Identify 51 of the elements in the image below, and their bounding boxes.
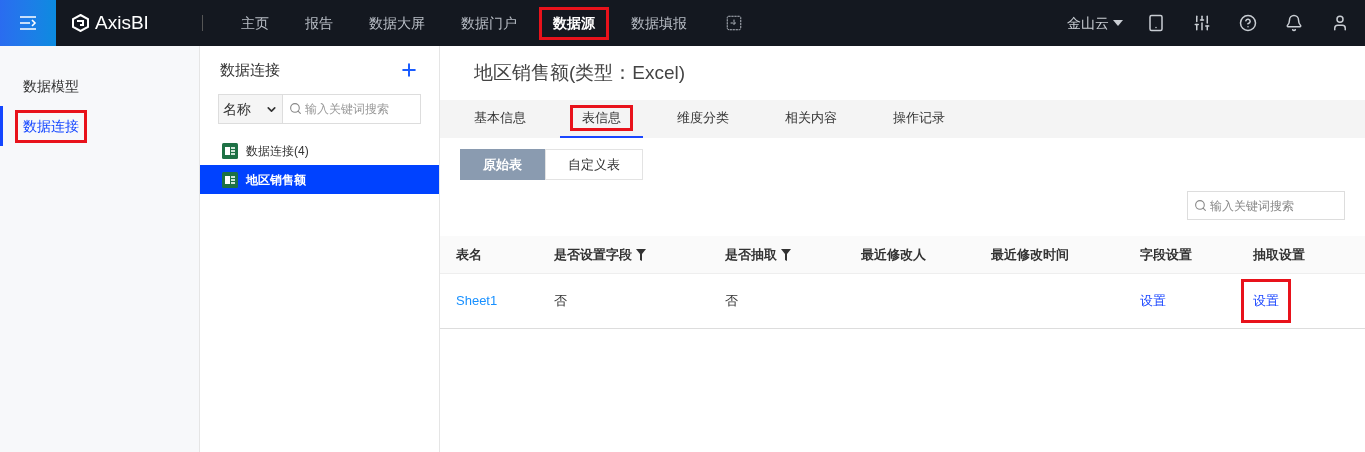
sidebar-item[interactable]: 数据模型 [0,66,199,106]
nav-tab[interactable]: 报告 [291,6,347,40]
filter-icon[interactable] [781,248,792,261]
sliders-icon[interactable] [1193,14,1211,32]
table-cell-text: 否 [554,292,568,311]
table-link[interactable]: 设置 [1240,279,1291,323]
user-icon[interactable] [1331,14,1349,32]
tablet-icon[interactable] [1147,14,1165,32]
connection-item[interactable]: 数据连接(4) [200,136,439,165]
filter-icon[interactable] [636,248,647,261]
column-header: 最近修改时间 [991,245,1070,264]
help-icon[interactable] [1239,14,1257,32]
table-link[interactable]: 设置 [1139,291,1166,311]
tab[interactable]: 操作记录 [871,100,967,138]
nav-tab[interactable]: 数据源 [539,6,609,40]
column-header: 抽取设置 [1252,245,1305,264]
panel-title: 数据连接 [220,59,280,80]
spreadsheet-icon [222,171,238,188]
view-toggle[interactable]: 自定义表 [545,149,643,180]
nav-tab[interactable]: 主页 [227,6,283,40]
search-icon [1194,199,1207,212]
logo-icon [72,14,89,32]
nav-tab[interactable]: 数据填报 [617,6,701,40]
column-header: 表名 [456,245,482,264]
column-header: 最近修改人 [860,245,926,264]
nav-tab[interactable]: 数据门户 [447,6,531,40]
menu-button[interactable] [0,0,56,46]
column-header: 字段设置 [1139,245,1192,264]
account-dropdown[interactable]: 金山云 [1067,12,1123,34]
menu-icon [19,15,37,31]
add-icon[interactable] [399,60,419,80]
filter-select[interactable]: 名称 [218,94,283,124]
caret-icon [1113,20,1123,26]
add-icon[interactable] [725,14,743,32]
column-header: 是否抽取 [725,245,778,264]
bell-icon[interactable] [1285,14,1303,32]
page-title: 地区销售额(类型：Excel) [474,60,686,85]
spreadsheet-icon [222,142,238,159]
search-field[interactable]: 输入关键词搜索 [283,94,421,124]
search-icon [289,102,302,115]
table-cell-text: 否 [725,292,739,311]
tab[interactable]: 维度分类 [655,100,751,138]
search-field[interactable]: 输入关键词搜索 [1187,191,1345,220]
tab[interactable]: 相关内容 [763,100,859,138]
tab[interactable]: 表信息 [560,100,643,138]
column-header: 是否设置字段 [554,245,633,264]
tab[interactable]: 基本信息 [452,100,548,138]
connection-item[interactable]: 地区销售额 [200,165,439,194]
nav-tab[interactable]: 数据大屏 [355,6,439,40]
brand-name: AxisBI [95,10,149,35]
sidebar-item[interactable]: 数据连接 [0,106,199,146]
